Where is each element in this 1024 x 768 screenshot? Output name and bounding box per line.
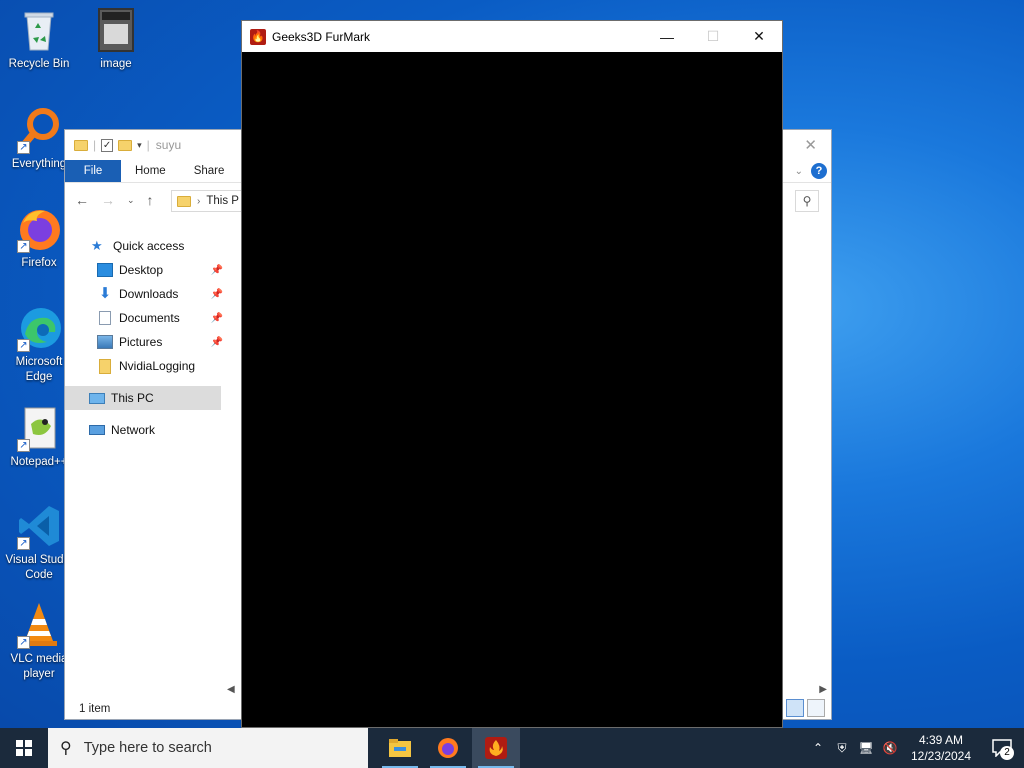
notepad-plus-plus-icon: ↗ xyxy=(15,404,63,452)
taskbar-clock[interactable]: 4:39 AM 12/23/2024 xyxy=(902,732,980,764)
quick-access-toolbar: | ✓ ▾ | xyxy=(74,138,150,152)
desktop-icon-label: Recycle Bin xyxy=(8,58,70,70)
network-status-icon[interactable]: 🖥 xyxy=(854,741,878,755)
firefox-icon xyxy=(438,738,458,758)
recycle-bin-icon xyxy=(15,6,63,54)
shortcut-arrow-icon: ↗ xyxy=(17,240,30,253)
status-item-count: 1 item xyxy=(79,703,111,715)
nav-nvidialogging[interactable]: NvidiaLogging xyxy=(65,354,225,378)
scroll-left-arrow-icon[interactable]: ◀ xyxy=(227,684,235,695)
address-text: This P xyxy=(206,195,239,207)
tab-share[interactable]: Share xyxy=(180,160,239,182)
furmark-flame-icon: 🔥 xyxy=(250,28,266,45)
shortcut-arrow-icon: ↗ xyxy=(17,439,30,452)
close-button[interactable]: ✕ xyxy=(736,21,782,52)
taskbar: ⚲ Type here to search ⌃ ⛨ 🖥 🔇 4:39 AM 12… xyxy=(0,728,1024,768)
view-toggle xyxy=(786,699,825,717)
tab-home[interactable]: Home xyxy=(121,160,180,182)
pin-icon[interactable]: 📌 xyxy=(211,337,223,348)
folder-icon xyxy=(99,358,111,374)
folder-icon xyxy=(74,139,88,151)
image-file-icon xyxy=(92,6,140,54)
explorer-close-button[interactable]: ✕ xyxy=(804,136,817,154)
furmark-render-area[interactable] xyxy=(242,52,782,727)
shortcut-arrow-icon: ↗ xyxy=(17,339,30,352)
minimize-button[interactable]: — xyxy=(644,21,690,52)
folder-icon xyxy=(177,195,191,207)
notification-center-button[interactable]: 2 xyxy=(980,728,1024,768)
vlc-cone-icon: ↗ xyxy=(15,601,63,649)
breadcrumb-chevron-icon: › xyxy=(197,195,201,207)
desktop-folder-icon xyxy=(97,263,113,277)
shortcut-arrow-icon: ↗ xyxy=(17,537,30,550)
windows-logo-icon xyxy=(16,740,32,756)
vscode-icon: ↗ xyxy=(15,502,63,550)
customize-toolbar-chevron-icon[interactable]: ▾ xyxy=(137,140,142,151)
furmark-flame-icon xyxy=(485,737,507,759)
taskbar-furmark[interactable] xyxy=(472,728,520,768)
computer-icon xyxy=(89,392,105,404)
file-explorer-icon xyxy=(389,739,411,757)
properties-check-icon[interactable]: ✓ xyxy=(101,138,114,152)
desktop-icon-label: image xyxy=(100,58,132,70)
new-folder-icon[interactable] xyxy=(118,139,133,151)
taskbar-file-explorer[interactable] xyxy=(376,728,424,768)
taskbar-firefox[interactable] xyxy=(424,728,472,768)
explorer-window-title: suyu xyxy=(155,138,182,152)
show-hidden-icons-chevron-icon[interactable]: ⌃ xyxy=(806,741,830,755)
pin-icon[interactable]: 📌 xyxy=(211,313,223,324)
shortcut-arrow-icon: ↗ xyxy=(17,141,30,154)
volume-muted-icon[interactable]: 🔇 xyxy=(878,741,902,755)
nav-pictures[interactable]: Pictures 📌 xyxy=(65,330,225,354)
security-icon[interactable]: ⛨ xyxy=(830,741,854,756)
edge-icon: ↗ xyxy=(15,304,63,352)
scroll-right-arrow-icon[interactable]: ▶ xyxy=(819,684,827,695)
maximize-button[interactable]: ☐ xyxy=(690,21,736,52)
navigation-pane: ★ Quick access Desktop 📌 ⬇ Downloads 📌 D… xyxy=(65,234,225,442)
notification-count-badge: 2 xyxy=(1000,746,1014,760)
desktop-icon-recycle-bin[interactable]: Recycle Bin xyxy=(1,6,77,72)
shortcut-arrow-icon: ↗ xyxy=(17,636,30,649)
expand-ribbon-chevron-icon[interactable]: ⌄ xyxy=(795,166,803,177)
network-icon xyxy=(89,425,105,435)
document-icon xyxy=(99,311,111,325)
back-arrow-icon[interactable]: ← xyxy=(75,192,89,208)
taskbar-search[interactable]: ⚲ Type here to search xyxy=(48,728,368,768)
large-icons-view-button[interactable] xyxy=(807,699,825,717)
nav-downloads[interactable]: ⬇ Downloads 📌 xyxy=(65,282,225,306)
system-tray: ⌃ ⛨ 🖥 🔇 4:39 AM 12/23/2024 2 xyxy=(806,728,1024,768)
everything-search-icon: ↗ xyxy=(15,106,63,154)
pictures-icon xyxy=(97,335,113,349)
clock-time: 4:39 AM xyxy=(918,733,964,747)
details-view-button[interactable] xyxy=(786,699,804,717)
download-arrow-icon: ⬇ xyxy=(98,285,112,302)
up-arrow-icon[interactable]: ↑ xyxy=(147,192,154,208)
recent-locations-chevron-icon[interactable]: ⌄ xyxy=(127,195,135,206)
pin-icon[interactable]: 📌 xyxy=(211,265,223,276)
forward-arrow-icon[interactable]: → xyxy=(101,192,115,208)
nav-documents[interactable]: Documents 📌 xyxy=(65,306,225,330)
tab-file[interactable]: File xyxy=(65,160,121,182)
start-button[interactable] xyxy=(0,728,48,768)
firefox-icon: ↗ xyxy=(15,205,63,253)
nav-network[interactable]: Network xyxy=(65,418,225,442)
star-icon: ★ xyxy=(91,238,103,253)
help-icon[interactable]: ? xyxy=(811,163,827,179)
search-icon: ⚲ xyxy=(802,194,812,208)
furmark-titlebar[interactable]: 🔥 Geeks3D FurMark — ☐ ✕ xyxy=(242,21,782,52)
nav-quick-access[interactable]: ★ Quick access xyxy=(65,234,225,258)
nav-desktop[interactable]: Desktop 📌 xyxy=(65,258,225,282)
furmark-window-title: Geeks3D FurMark xyxy=(272,29,371,44)
nav-this-pc[interactable]: This PC xyxy=(65,386,221,410)
search-placeholder: Type here to search xyxy=(83,740,212,756)
pin-icon[interactable]: 📌 xyxy=(211,289,223,300)
clock-date: 12/23/2024 xyxy=(910,749,972,763)
search-box[interactable]: ⚲ xyxy=(795,190,819,212)
search-icon: ⚲ xyxy=(60,740,72,757)
desktop-icon-image[interactable]: image xyxy=(78,6,154,72)
furmark-window[interactable]: 🔥 Geeks3D FurMark — ☐ ✕ xyxy=(241,20,783,728)
